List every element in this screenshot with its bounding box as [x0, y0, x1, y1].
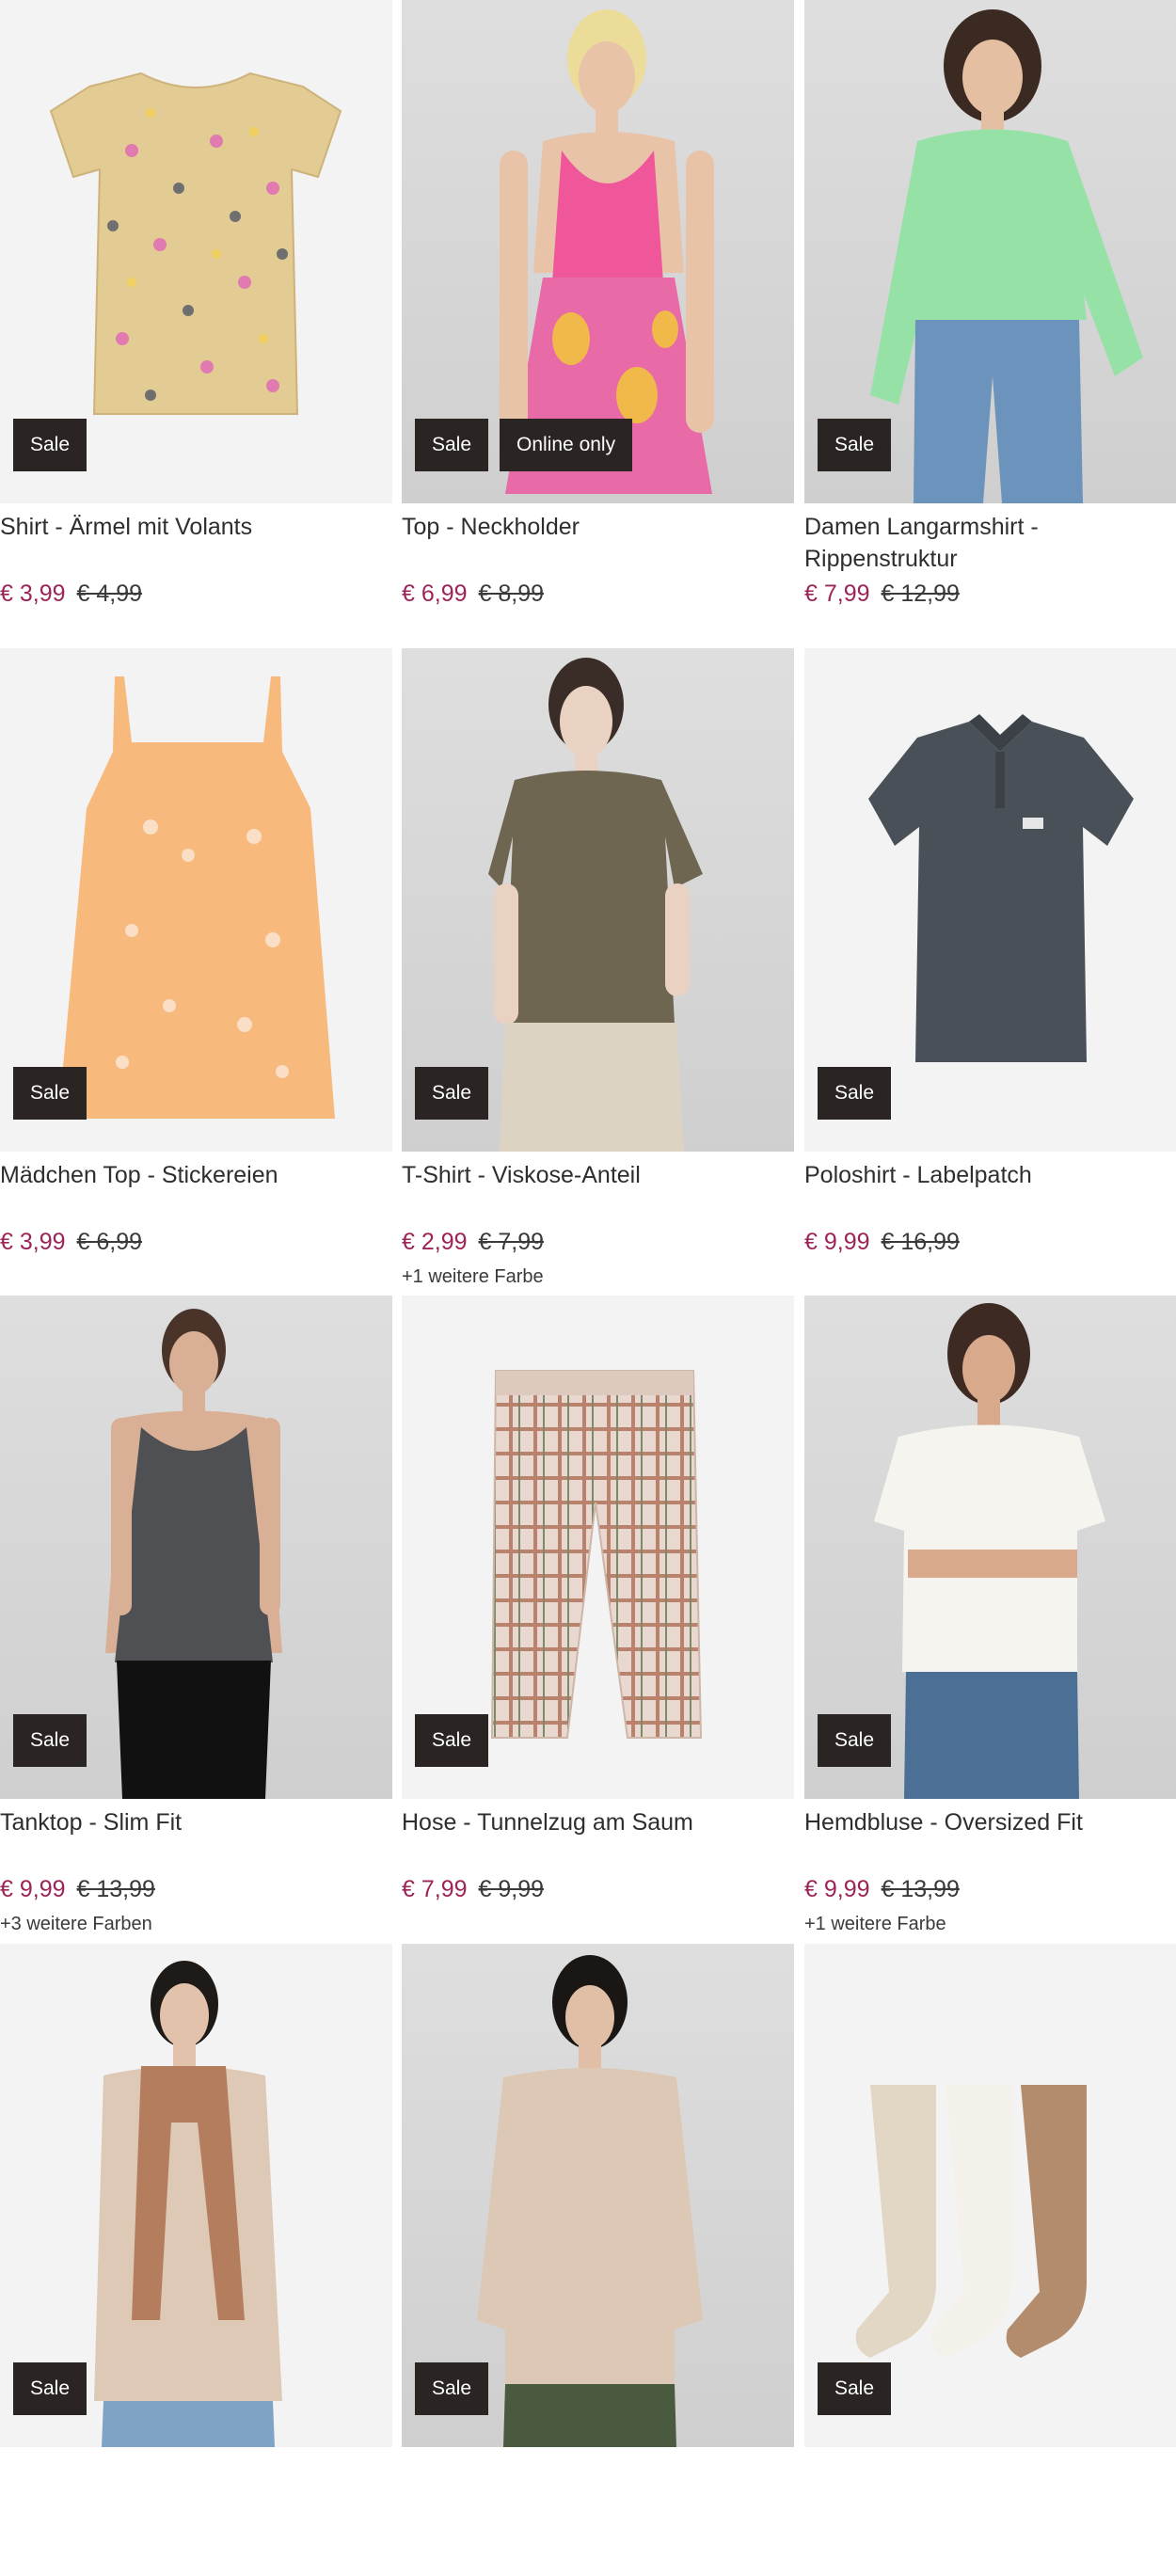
sale-price: € 7,99 [402, 1876, 468, 1902]
old-price: € 12,99 [881, 580, 960, 607]
product-card[interactable]: Sale Damen Langarmshirt - Rippenstruktur… [804, 0, 1176, 632]
badge-group: Sale [415, 1067, 489, 1120]
badge-group: Sale [415, 2362, 489, 2415]
price-block: € 7,99 € 12,99 [804, 578, 960, 610]
price-block: € 2,99 € 7,99 [402, 1226, 544, 1258]
sale-price: € 6,99 [402, 580, 468, 607]
product-card[interactable]: Sale Shirt - Ärmel mit Volants € 3,99 € 4… [0, 0, 392, 632]
badge-group: Sale [13, 419, 87, 471]
product-title[interactable]: Shirt - Ärmel mit Volants [0, 511, 386, 543]
price-block: € 9,99 € 16,99 [804, 1226, 960, 1258]
product-image[interactable]: Sale [804, 1296, 1176, 1799]
color-variants-link[interactable]: +1 weitere Farbe [804, 1912, 946, 1936]
product-image[interactable]: Sale [0, 1296, 392, 1799]
sale-price: € 2,99 [402, 1229, 468, 1255]
old-price: € 6,99 [76, 1229, 143, 1255]
sale-badge: Sale [818, 1067, 892, 1120]
product-card[interactable]: Sale [0, 1944, 392, 2576]
old-price: € 13,99 [881, 1876, 960, 1902]
price-block: € 3,99 € 4,99 [0, 578, 142, 610]
old-price: € 7,99 [478, 1229, 545, 1255]
price-block: € 9,99 € 13,99 [0, 1873, 155, 1905]
old-price: € 8,99 [478, 580, 545, 607]
product-card[interactable]: Sale Mädchen Top - Stickereien € 3,99 € 6… [0, 648, 392, 1280]
product-image[interactable]: Sale [0, 0, 392, 503]
price-block: € 6,99 € 8,99 [402, 578, 544, 610]
badge-group: Sale Online only [415, 419, 633, 471]
old-price: € 9,99 [478, 1876, 545, 1902]
product-title[interactable]: Top - Neckholder [402, 511, 787, 543]
badge-group: Sale [13, 1067, 87, 1120]
online-only-badge: Online only [500, 419, 633, 471]
product-card[interactable]: Sale Hose - Tunnelzug am Saum € 7,99 € 9,… [402, 1296, 794, 1928]
sale-badge: Sale [818, 2362, 892, 2415]
product-image[interactable]: Sale Online only [402, 0, 794, 503]
product-title[interactable]: Hemdbluse - Oversized Fit [804, 1806, 1176, 1838]
badge-group: Sale [13, 2362, 87, 2415]
sale-badge: Sale [415, 1067, 489, 1120]
color-variants-link[interactable]: +1 weitere Farbe [402, 1264, 544, 1289]
product-title[interactable]: Hose - Tunnelzug am Saum [402, 1806, 787, 1838]
product-title[interactable]: Damen Langarmshirt - Rippenstruktur [804, 511, 1176, 575]
product-image[interactable]: Sale [402, 1944, 794, 2447]
sale-badge: Sale [415, 419, 489, 471]
product-image[interactable]: Sale [804, 0, 1176, 503]
sale-badge: Sale [13, 2362, 87, 2415]
product-image[interactable]: Sale [804, 1944, 1176, 2447]
sale-price: € 3,99 [0, 580, 66, 607]
product-image[interactable]: Sale [402, 1296, 794, 1799]
old-price: € 4,99 [76, 580, 143, 607]
sale-badge: Sale [818, 419, 892, 471]
sale-badge: Sale [415, 1714, 489, 1767]
badge-group: Sale [818, 1067, 892, 1120]
product-card[interactable]: Sale Online only Top - Neckholder € 6,99… [402, 0, 794, 632]
product-card[interactable]: Sale T-Shirt - Viskose-Anteil € 2,99 € 7,… [402, 648, 794, 1287]
product-image[interactable]: Sale [0, 648, 392, 1152]
price-block: € 3,99 € 6,99 [0, 1226, 142, 1258]
product-title[interactable]: Mädchen Top - Stickereien [0, 1159, 386, 1191]
old-price: € 13,99 [76, 1876, 155, 1902]
product-card[interactable]: Sale [402, 1944, 794, 2576]
color-variants-link[interactable]: +3 weitere Farben [0, 1912, 152, 1936]
sale-badge: Sale [415, 2362, 489, 2415]
badge-group: Sale [818, 1714, 892, 1767]
sale-price: € 9,99 [804, 1229, 870, 1255]
product-card[interactable]: Sale Hemdbluse - Oversized Fit € 9,99 € 1… [804, 1296, 1176, 1934]
product-card[interactable]: Sale Tanktop - Slim Fit € 9,99 € 13,99 +3… [0, 1296, 392, 1934]
sale-badge: Sale [13, 1067, 87, 1120]
sale-badge: Sale [818, 1714, 892, 1767]
sale-price: € 9,99 [804, 1876, 870, 1902]
price-block: € 9,99 € 13,99 [804, 1873, 960, 1905]
sale-badge: Sale [13, 419, 87, 471]
sale-price: € 9,99 [0, 1876, 66, 1902]
product-title[interactable]: T-Shirt - Viskose-Anteil [402, 1159, 787, 1191]
price-block: € 7,99 € 9,99 [402, 1873, 544, 1905]
sale-badge: Sale [13, 1714, 87, 1767]
product-image[interactable]: Sale [402, 648, 794, 1152]
old-price: € 16,99 [881, 1229, 960, 1255]
product-card[interactable]: Sale [804, 1944, 1176, 2576]
product-title[interactable]: Tanktop - Slim Fit [0, 1806, 386, 1838]
sale-price: € 3,99 [0, 1229, 66, 1255]
sale-price: € 7,99 [804, 580, 870, 607]
badge-group: Sale [818, 2362, 892, 2415]
product-card[interactable]: Sale Poloshirt - Labelpatch € 9,99 € 16,9… [804, 648, 1176, 1280]
badge-group: Sale [818, 419, 892, 471]
badge-group: Sale [13, 1714, 87, 1767]
product-title[interactable]: Poloshirt - Labelpatch [804, 1159, 1176, 1191]
product-image[interactable]: Sale [0, 1944, 392, 2447]
badge-group: Sale [415, 1714, 489, 1767]
product-image[interactable]: Sale [804, 648, 1176, 1152]
